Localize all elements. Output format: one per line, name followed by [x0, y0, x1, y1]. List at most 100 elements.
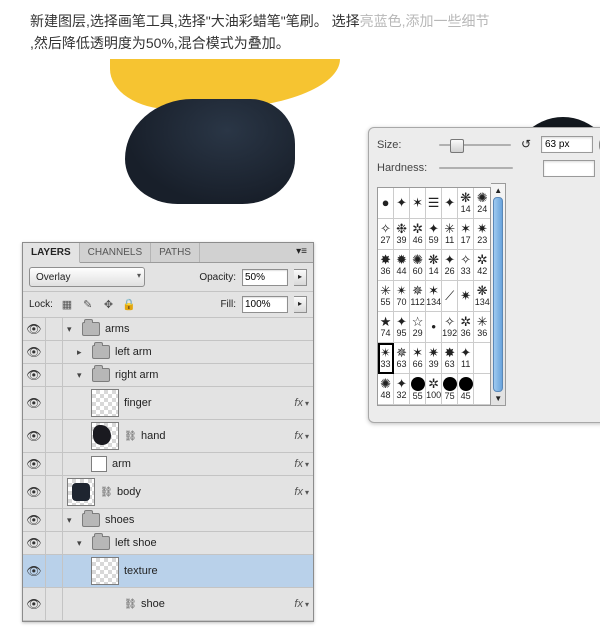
- layer-link-icon[interactable]: ⛓: [124, 431, 136, 441]
- brush-preset-cell[interactable]: ❋134: [474, 281, 490, 312]
- brush-preset-cell[interactable]: ✴70: [394, 281, 410, 312]
- panel-menu-icon[interactable]: ▾≡: [290, 243, 313, 262]
- layer-fx-indicator[interactable]: fx▾: [275, 430, 313, 442]
- brush-preset-cell[interactable]: ✲36: [458, 312, 474, 343]
- brush-preset-cell[interactable]: ❉39: [394, 219, 410, 250]
- brush-preset-cell[interactable]: ✦11: [458, 343, 474, 374]
- brush-preset-cell[interactable]: ✦95: [394, 312, 410, 343]
- visibility-toggle[interactable]: 👁: [23, 387, 46, 419]
- brush-preset-cell[interactable]: ✦: [394, 188, 410, 219]
- disclosure-triangle-icon[interactable]: ▸: [77, 347, 87, 358]
- layer-row[interactable]: 👁armfx▾: [23, 453, 313, 476]
- brush-preset-cell[interactable]: ☆29: [410, 312, 426, 343]
- lock-position-icon[interactable]: ✥: [100, 298, 116, 312]
- layer-group-row[interactable]: 👁▾right arm: [23, 364, 313, 387]
- brush-preset-cell[interactable]: ✺24: [474, 188, 490, 219]
- brush-preset-cell[interactable]: ✦26: [442, 250, 458, 281]
- opacity-dropdown-icon[interactable]: ▸: [294, 269, 307, 286]
- panel-resize-grip-icon[interactable]: ⋰: [377, 406, 600, 418]
- fill-input[interactable]: [242, 296, 288, 313]
- disclosure-triangle-icon[interactable]: ▾: [67, 515, 77, 526]
- brush-preset-cell[interactable]: ✶134: [426, 281, 442, 312]
- brush-preset-cell[interactable]: [474, 343, 490, 374]
- brush-preset-cell[interactable]: ●: [378, 188, 394, 219]
- visibility-toggle[interactable]: 👁: [23, 532, 46, 554]
- layer-group-row[interactable]: 👁▾left shoe: [23, 532, 313, 555]
- brush-preset-cell[interactable]: ❋14: [458, 188, 474, 219]
- lock-all-icon[interactable]: 🔒: [121, 298, 137, 312]
- tab-layers[interactable]: LAYERS: [23, 243, 80, 263]
- brush-preset-cell[interactable]: ☰: [426, 188, 442, 219]
- brush-preset-cell[interactable]: ✳55: [378, 281, 394, 312]
- brush-preset-cell[interactable]: ✸36: [378, 250, 394, 281]
- tab-paths[interactable]: PATHS: [151, 243, 200, 262]
- visibility-toggle[interactable]: 👁: [23, 476, 46, 508]
- hardness-input[interactable]: [543, 160, 595, 177]
- size-reset-icon[interactable]: ↺: [517, 138, 535, 152]
- brush-preset-cell[interactable]: ✧192: [442, 312, 458, 343]
- lock-pixels-icon[interactable]: ✎: [80, 298, 96, 312]
- layer-fx-indicator[interactable]: fx▾: [275, 397, 313, 409]
- scroll-up-icon[interactable]: ▲: [494, 186, 502, 195]
- brush-preset-cell[interactable]: ❋14: [426, 250, 442, 281]
- brush-preset-cell[interactable]: ★74: [378, 312, 394, 343]
- layer-row[interactable]: 👁⛓bodyfx▾: [23, 476, 313, 509]
- preset-scrollbar[interactable]: ▲ ▼: [491, 183, 506, 406]
- tab-channels[interactable]: CHANNELS: [80, 243, 151, 262]
- brush-preset-cell[interactable]: ✷39: [426, 343, 442, 374]
- brush-preset-cell[interactable]: 55: [410, 374, 426, 405]
- brush-preset-cell[interactable]: [474, 374, 490, 405]
- brush-preset-cell[interactable]: ⟋: [442, 281, 458, 312]
- visibility-toggle[interactable]: 👁: [23, 555, 46, 587]
- hardness-slider[interactable]: [439, 161, 513, 175]
- visibility-toggle[interactable]: 👁: [23, 509, 46, 531]
- brush-preset-cell[interactable]: ✶66: [410, 343, 426, 374]
- brush-preset-cell[interactable]: ✷23: [474, 219, 490, 250]
- brush-preset-cell[interactable]: ✺60: [410, 250, 426, 281]
- brush-preset-cell[interactable]: ✸63: [442, 343, 458, 374]
- brush-preset-cell[interactable]: 45: [458, 374, 474, 405]
- scroll-down-icon[interactable]: ▼: [494, 394, 502, 403]
- fill-dropdown-icon[interactable]: ▸: [294, 296, 307, 313]
- brush-preset-cell[interactable]: ✲46: [410, 219, 426, 250]
- layer-fx-indicator[interactable]: fx▾: [275, 598, 313, 610]
- brush-preset-cell[interactable]: ✶: [410, 188, 426, 219]
- lock-transparency-icon[interactable]: ▦: [59, 298, 75, 312]
- disclosure-triangle-icon[interactable]: ▾: [77, 370, 87, 381]
- disclosure-triangle-icon[interactable]: ▾: [77, 538, 87, 549]
- layer-group-row[interactable]: 👁▸left arm: [23, 341, 313, 364]
- brush-preset-cell[interactable]: ✳11: [442, 219, 458, 250]
- layer-row[interactable]: 👁⛓shoefx▾: [23, 588, 313, 621]
- visibility-toggle[interactable]: 👁: [23, 420, 46, 452]
- layer-fx-indicator[interactable]: fx▾: [275, 458, 313, 470]
- brush-preset-cell[interactable]: ✧33: [458, 250, 474, 281]
- brush-preset-cell[interactable]: ✴33: [378, 343, 394, 374]
- brush-preset-cell[interactable]: 75: [442, 374, 458, 405]
- size-slider[interactable]: [439, 138, 511, 152]
- brush-preset-cell[interactable]: ✵63: [394, 343, 410, 374]
- brush-preset-cell[interactable]: ✶17: [458, 219, 474, 250]
- visibility-toggle[interactable]: 👁: [23, 318, 46, 340]
- brush-preset-cell[interactable]: ✺48: [378, 374, 394, 405]
- layer-row[interactable]: 👁fingerfx▾: [23, 387, 313, 420]
- brush-preset-cell[interactable]: ✲42: [474, 250, 490, 281]
- layer-fx-indicator[interactable]: fx▾: [275, 486, 313, 498]
- visibility-toggle[interactable]: 👁: [23, 453, 46, 475]
- brush-preset-cell[interactable]: ✦59: [426, 219, 442, 250]
- brush-preset-cell[interactable]: •: [426, 312, 442, 343]
- brush-preset-cell[interactable]: ✦: [442, 188, 458, 219]
- brush-preset-cell[interactable]: ✷: [458, 281, 474, 312]
- brush-preset-cell[interactable]: ✦32: [394, 374, 410, 405]
- brush-preset-cell[interactable]: ✵112: [410, 281, 426, 312]
- brush-preset-cell[interactable]: ✳36: [474, 312, 490, 343]
- layer-group-row[interactable]: 👁▾arms: [23, 318, 313, 341]
- layer-row[interactable]: 👁texture: [23, 555, 313, 588]
- layer-link-icon[interactable]: ⛓: [100, 487, 112, 497]
- visibility-toggle[interactable]: 👁: [23, 341, 46, 363]
- size-input[interactable]: [541, 136, 593, 153]
- visibility-toggle[interactable]: 👁: [23, 588, 46, 620]
- blend-mode-select[interactable]: Overlay: [29, 267, 145, 287]
- layer-row[interactable]: 👁⛓handfx▾: [23, 420, 313, 453]
- disclosure-triangle-icon[interactable]: ▾: [67, 324, 77, 335]
- layer-group-row[interactable]: 👁▾shoes: [23, 509, 313, 532]
